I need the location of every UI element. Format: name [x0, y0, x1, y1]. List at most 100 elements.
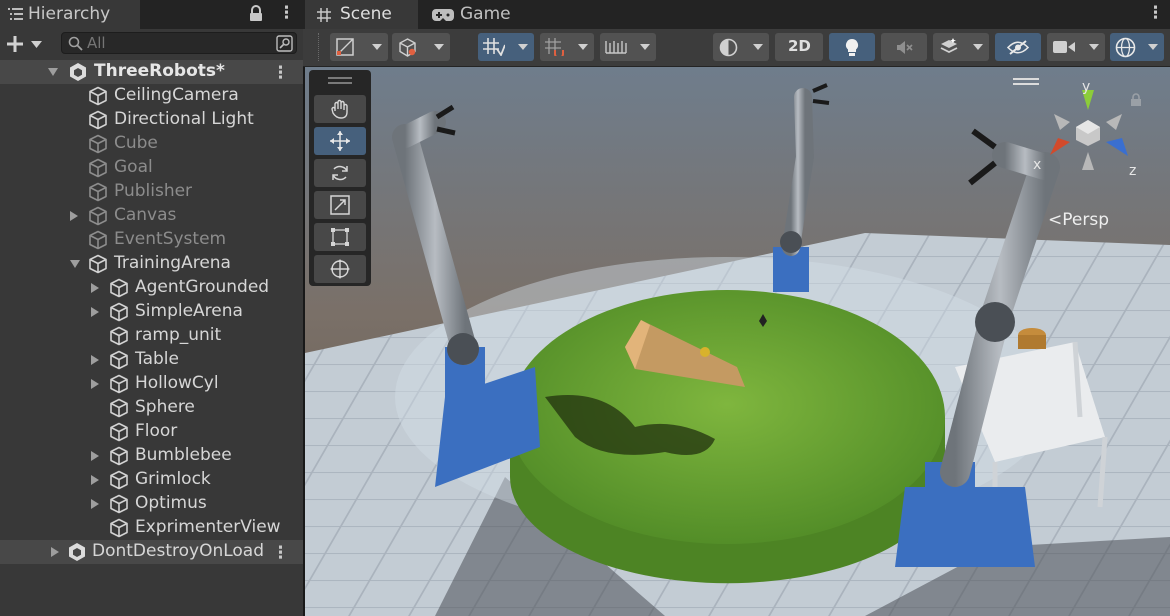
scene-search-icon[interactable]: [276, 35, 293, 52]
hierarchy-item-label: CeilingCamera: [114, 85, 239, 105]
cube-shading-icon: [399, 38, 416, 57]
scene-root-row[interactable]: ThreeRobots* ⋮: [0, 60, 303, 84]
light-bulb-icon: [845, 38, 859, 56]
expand-arrow-icon[interactable]: [91, 355, 99, 365]
gameobject-cube-icon: [110, 446, 128, 466]
gameobject-cube-icon: [110, 350, 128, 370]
gameobject-cube-icon: [110, 278, 128, 298]
render-mode-button[interactable]: [713, 33, 769, 61]
lock-icon[interactable]: [249, 5, 263, 22]
expand-arrow-icon[interactable]: [91, 451, 99, 461]
toggle-2d-button[interactable]: 2D: [775, 33, 823, 61]
gizmo-axis-x: x: [1033, 157, 1042, 173]
audio-mute-icon: [897, 41, 913, 54]
hierarchy-item-label: ExprimenterView: [135, 517, 281, 537]
rect-transform-icon: [331, 228, 349, 246]
dontdestroy-row[interactable]: DontDestroyOnLoad ⋮: [0, 540, 303, 564]
move-arrows-icon: [330, 131, 350, 151]
hierarchy-menu-icon[interactable]: ⋮: [278, 3, 295, 23]
move-tool[interactable]: [314, 127, 366, 155]
expand-arrow-icon[interactable]: [91, 499, 99, 509]
transform-tool[interactable]: [314, 255, 366, 283]
gizmo-axis-z: z: [1129, 163, 1137, 179]
search-icon: [68, 36, 83, 51]
tab-scene-label: Scene: [340, 4, 392, 24]
transform-icon: [330, 259, 350, 279]
tools-grip[interactable]: [328, 77, 352, 79]
scene-menu-icon[interactable]: ⋮: [1147, 3, 1164, 23]
incremental-snap-button[interactable]: [540, 33, 594, 61]
hierarchy-item-label: Directional Light: [114, 109, 254, 129]
collapse-arrow-icon[interactable]: [70, 260, 80, 268]
hierarchy-item[interactable]: TrainingArena: [0, 252, 303, 276]
hierarchy-item-label: HollowCyl: [135, 373, 219, 393]
hierarchy-item[interactable]: CeilingCamera: [0, 84, 303, 108]
hierarchy-item[interactable]: AgentGrounded: [0, 276, 303, 300]
rotate-icon: [332, 165, 348, 181]
tab-game[interactable]: Game: [420, 0, 520, 29]
video-camera-icon: [1053, 41, 1075, 53]
hierarchy-item[interactable]: Grimlock: [0, 468, 303, 492]
hierarchy-item[interactable]: Cube: [0, 132, 303, 156]
orientation-gizmo[interactable]: y x z: [1030, 79, 1150, 190]
gizmo-axis-y: y: [1082, 79, 1091, 95]
chevron-down-icon: [31, 41, 42, 48]
expand-arrow-icon[interactable]: [91, 283, 99, 293]
ruler-button[interactable]: [600, 33, 656, 61]
gameobject-cube-icon: [89, 86, 107, 106]
expand-arrow-icon[interactable]: [91, 307, 99, 317]
hierarchy-item-label: Bumblebee: [135, 445, 232, 465]
hierarchy-tab[interactable]: Hierarchy: [0, 0, 140, 29]
toolbar-grip[interactable]: [318, 33, 322, 61]
hierarchy-item[interactable]: Bumblebee: [0, 444, 303, 468]
expand-arrow-icon[interactable]: [48, 68, 58, 76]
rotate-tool[interactable]: [314, 159, 366, 187]
gameobject-cube-icon: [89, 206, 107, 226]
shading-button[interactable]: [392, 33, 450, 61]
projection-toggle[interactable]: <Persp: [1048, 210, 1109, 230]
hierarchy-item[interactable]: Publisher: [0, 180, 303, 204]
scene-menu-icon[interactable]: ⋮: [272, 63, 289, 83]
hierarchy-item[interactable]: SimpleArena: [0, 300, 303, 324]
hierarchy-item[interactable]: ramp_unit: [0, 324, 303, 348]
camera-settings-button[interactable]: [1047, 33, 1105, 61]
search-input[interactable]: [87, 34, 267, 52]
draw-mode-button[interactable]: [330, 33, 388, 61]
gameobject-cube-icon: [110, 326, 128, 346]
lighting-button[interactable]: [829, 33, 875, 61]
hierarchy-item[interactable]: Goal: [0, 156, 303, 180]
scene-menu-icon[interactable]: ⋮: [272, 543, 289, 563]
gameobject-cube-icon: [110, 494, 128, 514]
tools-grip[interactable]: [328, 82, 352, 84]
hand-tool[interactable]: [314, 95, 366, 123]
hierarchy-item[interactable]: Directional Light: [0, 108, 303, 132]
expand-arrow-icon[interactable]: [70, 211, 78, 221]
expand-arrow-icon[interactable]: [91, 475, 99, 485]
hierarchy-item[interactable]: Floor: [0, 420, 303, 444]
hierarchy-item[interactable]: EventSystem: [0, 228, 303, 252]
gameobject-cube-icon: [110, 374, 128, 394]
expand-arrow-icon[interactable]: [91, 379, 99, 389]
gizmos-button[interactable]: [1110, 33, 1164, 61]
hierarchy-item[interactable]: Optimus: [0, 492, 303, 516]
hierarchy-title: Hierarchy: [28, 4, 111, 24]
scale-tool[interactable]: [314, 191, 366, 219]
scene-visibility-button[interactable]: [995, 33, 1041, 61]
tab-scene[interactable]: Scene: [305, 0, 418, 29]
hierarchy-item[interactable]: ExprimenterView: [0, 516, 303, 540]
rect-tool[interactable]: [314, 223, 366, 251]
search-field[interactable]: [61, 32, 297, 54]
effects-button[interactable]: [933, 33, 989, 61]
scene-name: ThreeRobots*: [94, 61, 225, 81]
hierarchy-item[interactable]: Table: [0, 348, 303, 372]
grid-snap-button[interactable]: [478, 33, 534, 61]
hierarchy-item[interactable]: Sphere: [0, 396, 303, 420]
hierarchy-item[interactable]: Canvas: [0, 204, 303, 228]
create-button[interactable]: [6, 33, 46, 55]
gameobject-cube-icon: [89, 110, 107, 130]
second-scene-name: DontDestroyOnLoad: [92, 541, 265, 561]
expand-arrow-icon[interactable]: [51, 547, 59, 557]
audio-button[interactable]: [881, 33, 927, 61]
gameobject-cube-icon: [110, 470, 128, 490]
hierarchy-item[interactable]: HollowCyl: [0, 372, 303, 396]
